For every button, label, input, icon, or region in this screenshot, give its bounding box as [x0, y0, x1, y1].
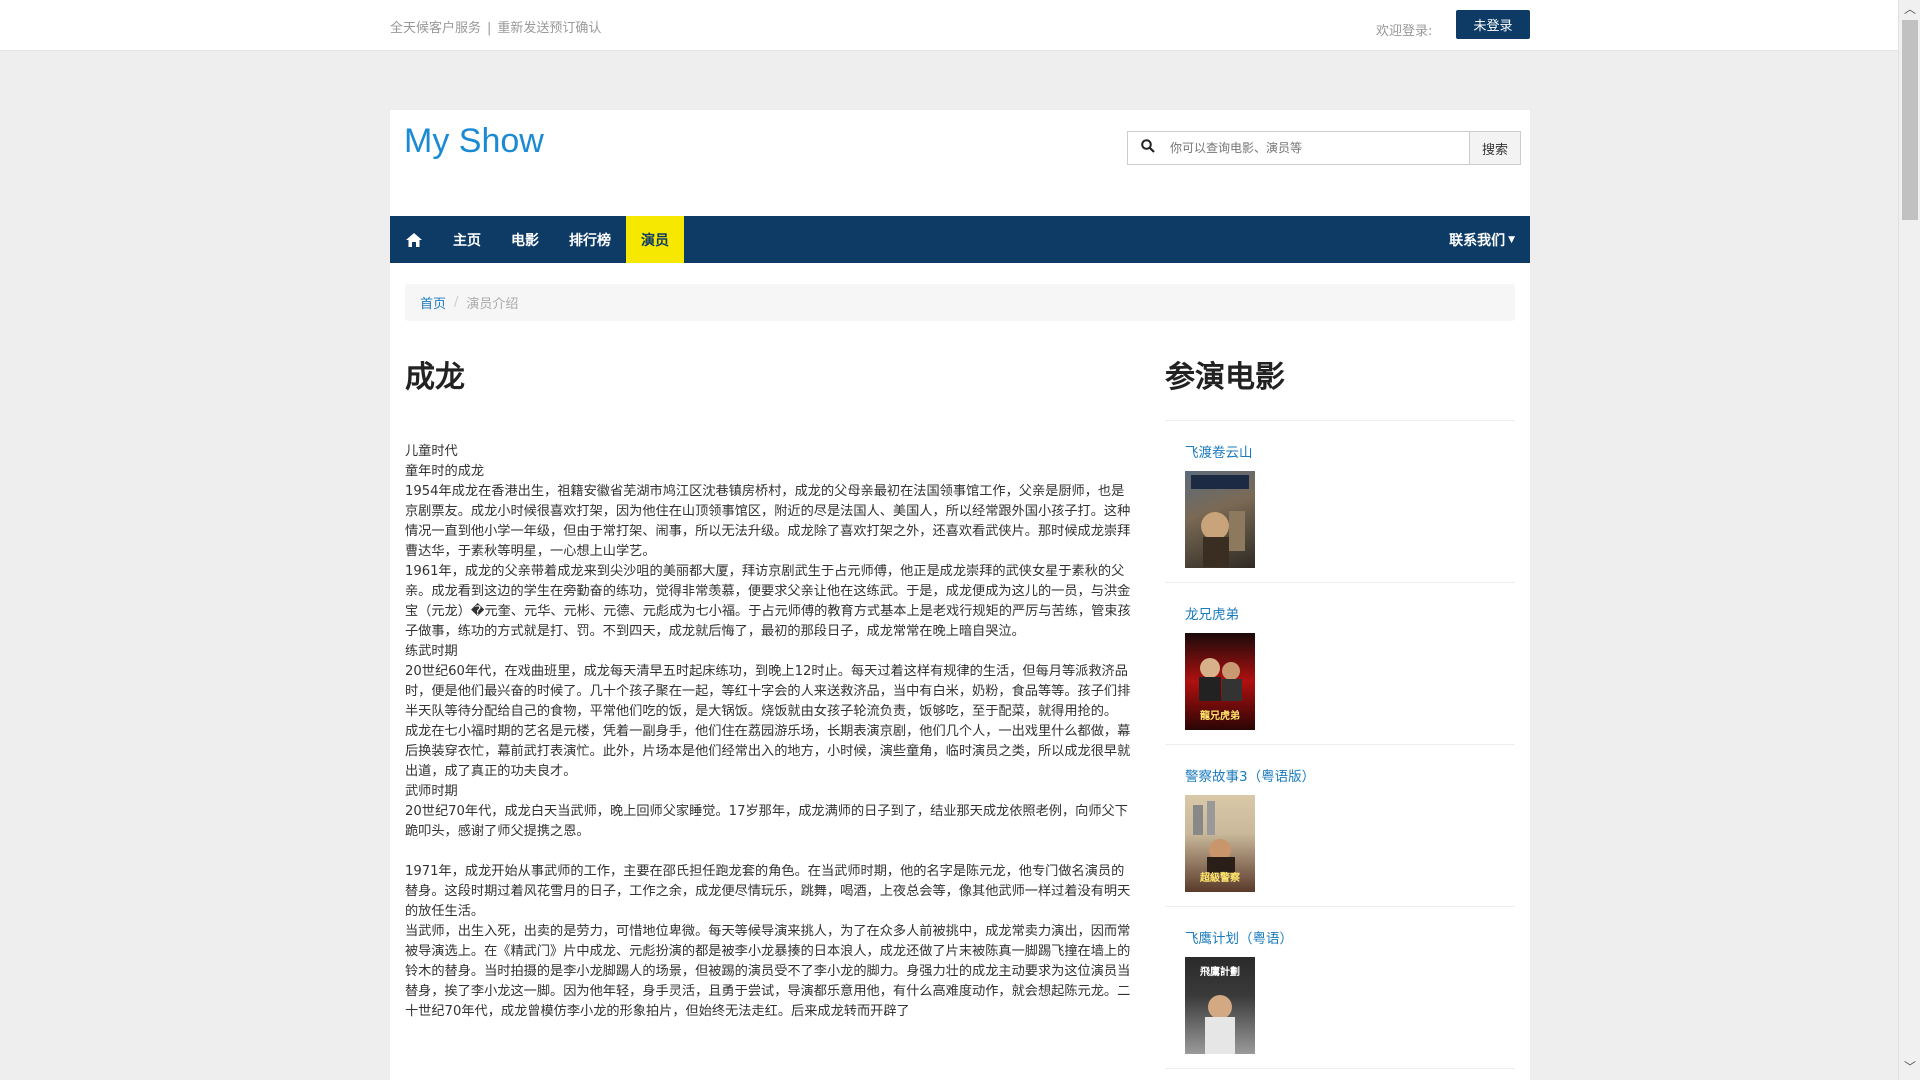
nav-item-actors[interactable]: 演员 [626, 216, 684, 263]
bio-paragraph: 20世纪70年代，成龙白天当武师，晚上回师父家睡觉。17岁那年，成龙满师的日子到… [405, 804, 1128, 839]
search-icon [1128, 139, 1168, 157]
breadcrumb-current: 演员介绍 [466, 297, 519, 312]
film-item: 警察故事3（粤语版） 超級警察 [1165, 745, 1515, 907]
caret-down-icon: ▼ [1508, 234, 1515, 245]
actor-name-heading: 成龙 [405, 360, 465, 395]
film-title-link[interactable]: 飞渡卷云山 [1185, 441, 1515, 461]
filmography-sidebar: 参演电影 飞渡卷云山 龙兄虎弟 龍兄虎弟 警察故事3（粤语版） 超級警察 飞鹰计… [1165, 352, 1515, 1069]
search-button[interactable]: 搜索 [1470, 131, 1521, 165]
home-icon[interactable] [390, 216, 438, 263]
bio-paragraph: 童年时的成龙 [405, 464, 485, 479]
film-title-link[interactable]: 龙兄虎弟 [1185, 603, 1515, 623]
bio-paragraph: 当武师，出生入死，出卖的是劳力，可惜地位卑微。每天等候导演来挑人，为了在众多人前… [405, 924, 1131, 1019]
customer-service-link[interactable]: 全天候客户服务 [390, 21, 481, 36]
scroll-down-icon[interactable]: ﹀ [1903, 1060, 1917, 1074]
search-bar: 搜索 [1127, 131, 1521, 165]
bio-paragraph: 儿童时代 [405, 444, 458, 459]
login-button[interactable]: 未登录 [1456, 10, 1530, 39]
bio-paragraph: 1961年，成龙的父亲带着成龙来到尖沙咀的美丽都大厦，拜访京剧武生于占元师傅，他… [405, 564, 1131, 639]
film-title-link[interactable]: 警察故事3（粤语版） [1185, 765, 1515, 785]
nav-item-home[interactable]: 主页 [438, 216, 496, 263]
film-poster-text: 飛鷹計劃 [1200, 967, 1240, 978]
top-links: 全天候客户服务 | 重新发送预订确认 [390, 17, 601, 36]
film-poster[interactable]: 龍兄虎弟 [1185, 633, 1255, 730]
film-title-link[interactable]: 飞鹰计划（粤语） [1185, 927, 1515, 947]
bio-spacer [405, 842, 1135, 862]
bio-paragraph: 成龙在七小福时期的艺名是元楼，凭着一副身手，他们住在荔园游乐场，长期表演京剧，他… [405, 724, 1131, 779]
search-input[interactable] [1168, 140, 1469, 156]
film-item: 飞鹰计划（粤语） 飛鷹計劃 [1165, 907, 1515, 1069]
breadcrumb-separator: / [454, 295, 459, 310]
film-poster-text: 超級警察 [1200, 873, 1240, 884]
resend-confirmation-link[interactable]: 重新发送预订确认 [497, 21, 601, 36]
top-bar: 全天候客户服务 | 重新发送预订确认 欢迎登录: 未登录 [0, 0, 1898, 51]
page-scrollbar[interactable]: ︿ ﹀ [1898, 0, 1920, 1080]
bio-paragraph: 20世纪60年代，在戏曲班里，成龙每天清早五时起床练功，到晚上12时止。每天过着… [405, 664, 1131, 719]
bio-paragraph: 1971年，成龙开始从事武师的工作，主要在邵氏担任跑龙套的角色。在当武师时期，他… [405, 864, 1131, 919]
main-container: My Show 搜索 主页 电影 排行榜 演员 联系我们▼ 首页 / 演员介绍 … [390, 110, 1530, 1080]
filmography-title: 参演电影 [1165, 352, 1515, 421]
nav-item-rankings[interactable]: 排行榜 [554, 216, 626, 263]
actor-biography: 儿童时代 童年时的成龙 1954年成龙在香港出生，祖籍安徽省芜湖市鸠江区沈巷镇房… [405, 442, 1135, 1022]
bio-paragraph: 1954年成龙在香港出生，祖籍安徽省芜湖市鸠江区沈巷镇房桥村，成龙的父母亲最初在… [405, 484, 1131, 559]
welcome-text: 欢迎登录: [1376, 24, 1433, 39]
contact-us-dropdown[interactable]: 联系我们 ▼ [1434, 216, 1530, 263]
main-navbar: 主页 电影 排行榜 演员 联系我们 ▼ [390, 216, 1530, 263]
bio-paragraph: 武师时期 [405, 784, 458, 799]
breadcrumb: 首页 / 演员介绍 [405, 284, 1515, 321]
site-logo[interactable]: My Show [404, 122, 544, 161]
breadcrumb-home-link[interactable]: 首页 [420, 293, 446, 312]
film-item: 飞渡卷云山 [1165, 421, 1515, 583]
film-item: 龙兄虎弟 龍兄虎弟 [1165, 583, 1515, 745]
nav-item-movies[interactable]: 电影 [496, 216, 554, 263]
film-poster-text: 龍兄虎弟 [1200, 711, 1240, 722]
top-links-separator: | [487, 21, 492, 36]
contact-us-label: 联系我们 [1449, 232, 1506, 249]
film-poster[interactable] [1185, 471, 1255, 568]
scroll-up-icon[interactable]: ︿ [1903, 2, 1917, 16]
bio-paragraph: 练武时期 [405, 644, 458, 659]
film-poster[interactable]: 飛鷹計劃 [1185, 957, 1255, 1054]
scrollbar-thumb[interactable] [1902, 20, 1918, 220]
search-box [1127, 131, 1470, 165]
film-poster[interactable]: 超級警察 [1185, 795, 1255, 892]
